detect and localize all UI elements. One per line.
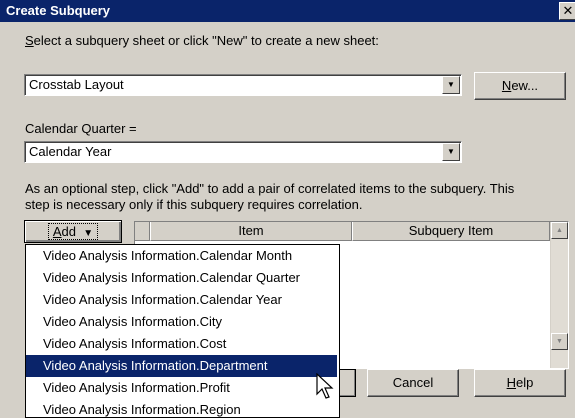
instructions-line2: step is necessary only if this subquery … — [25, 197, 363, 212]
add-button-text: dd — [61, 224, 76, 239]
help-button-label: Help — [507, 375, 534, 390]
help-button[interactable]: Help — [474, 369, 566, 397]
title-bar: Create Subquery ✕ — [0, 0, 575, 22]
chevron-down-icon[interactable]: ▼ — [442, 76, 460, 94]
caret-down-icon: ▼ — [83, 228, 94, 239]
add-button-label: Add ▼ — [47, 223, 99, 240]
grid-corner — [135, 222, 150, 241]
dropdown-item[interactable]: Video Analysis Information.Calendar Quar… — [26, 267, 337, 289]
add-item-dropdown[interactable]: Video Analysis Information.Calendar Mont… — [25, 244, 340, 418]
quarter-label: Calendar Quarter = — [25, 121, 137, 136]
mouse-pointer-icon — [316, 373, 334, 399]
cancel-button[interactable]: Cancel — [367, 369, 459, 397]
dropdown-item[interactable]: Video Analysis Information.City — [26, 311, 337, 333]
dropdown-item[interactable]: Video Analysis Information.Calendar Mont… — [26, 245, 337, 267]
scroll-up-icon[interactable]: ▲ — [551, 222, 568, 239]
grid-header-item[interactable]: Item — [150, 222, 352, 241]
dropdown-item[interactable]: Video Analysis Information.Cost — [26, 333, 337, 355]
dropdown-item[interactable]: Video Analysis Information.Calendar Year — [26, 289, 337, 311]
dropdown-item[interactable]: Video Analysis Information.Profit — [26, 377, 337, 399]
instructions-line1: As an optional step, click "Add" to add … — [25, 181, 515, 196]
grid-header-subquery-item[interactable]: Subquery Item — [352, 222, 550, 241]
new-button-label: New... — [502, 78, 538, 93]
grid-scrollbar[interactable]: ▲ ▼ — [550, 222, 568, 368]
add-button-accel: A — [52, 224, 62, 239]
dropdown-item-selected[interactable]: Video Analysis Information.Department — [26, 355, 337, 377]
add-button[interactable]: Add ▼ — [24, 220, 122, 243]
new-button[interactable]: New... — [474, 72, 566, 100]
sheet-prompt-text: elect a subquery sheet or click "New" to… — [33, 33, 379, 48]
scroll-down-icon[interactable]: ▼ — [551, 333, 568, 350]
chevron-down-icon[interactable]: ▼ — [442, 143, 460, 161]
quarter-select-value: Calendar Year — [29, 144, 112, 159]
sheet-select[interactable]: Crosstab Layout ▼ — [24, 74, 462, 96]
help-button-accel: H — [506, 375, 517, 390]
close-icon[interactable]: ✕ — [559, 2, 575, 20]
sheet-prompt: Select a subquery sheet or click "New" t… — [25, 33, 379, 48]
new-button-accel: N — [501, 78, 512, 93]
dropdown-item[interactable]: Video Analysis Information.Region — [26, 399, 337, 417]
sheet-prompt-accel: S — [25, 33, 34, 48]
sheet-select-value: Crosstab Layout — [29, 77, 124, 92]
window-title: Create Subquery — [6, 3, 111, 18]
new-button-text: ew... — [511, 78, 539, 93]
help-button-text: elp — [516, 375, 534, 390]
cancel-button-label: Cancel — [392, 375, 434, 390]
quarter-select[interactable]: Calendar Year ▼ — [24, 141, 462, 163]
